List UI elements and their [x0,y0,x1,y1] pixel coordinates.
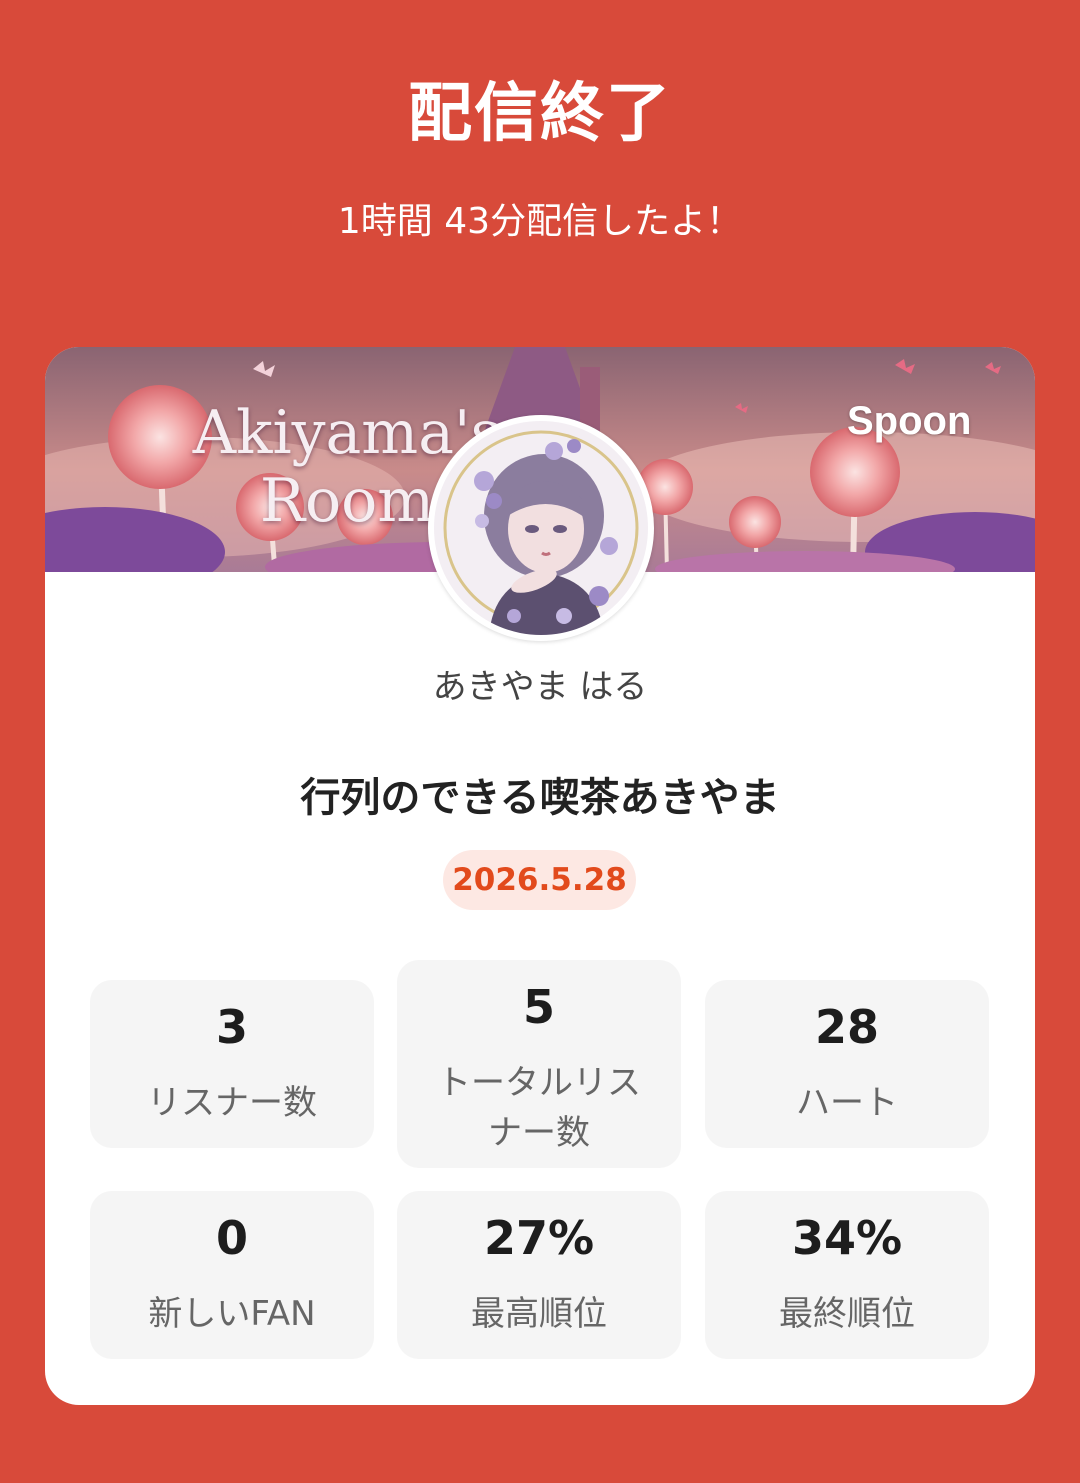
stat-value: 27% [483,1211,595,1265]
stat-value: 3 [215,1000,248,1054]
stat-label: トータルリスナー数 [437,1063,641,1153]
stat-listeners: 3 リスナー数 [90,980,374,1148]
stat-label: ハート [796,1083,898,1123]
stat-label: 最高順位 [471,1294,607,1334]
page-title: 配信終了 [408,77,672,151]
stat-final-rank: 34% 最終順位 [705,1191,989,1359]
avatar-image [434,421,648,635]
stat-label: 新しいFAN [148,1294,316,1334]
stat-value: 5 [522,980,555,1034]
spoon-logo: Spoon [847,399,972,443]
broadcast-summary-card: Akiyama's Room Spoon あきやま はる 行列のできる喫茶あきや… [45,347,1035,1405]
stat-total-listeners: 5 トータルリスナー数 [397,960,681,1168]
stat-hearts: 28 ハート [705,980,989,1148]
date-badge: 2026.5.28 [443,850,636,910]
stream-title: 行列のできる喫茶あきやま [300,775,780,821]
broadcast-duration: 1時間 43分配信したよ！ [337,201,743,242]
stat-new-fans: 0 新しいFAN [90,1191,374,1359]
stat-highest-rank: 27% 最高順位 [397,1191,681,1359]
stat-label: 最終順位 [779,1294,915,1334]
username[interactable]: あきやま はる [45,659,1035,708]
stat-value: 0 [215,1211,248,1265]
stat-value: 34% [791,1211,903,1265]
stat-label: リスナー数 [147,1083,317,1123]
stat-value: 28 [814,1000,879,1054]
avatar[interactable] [428,415,654,641]
